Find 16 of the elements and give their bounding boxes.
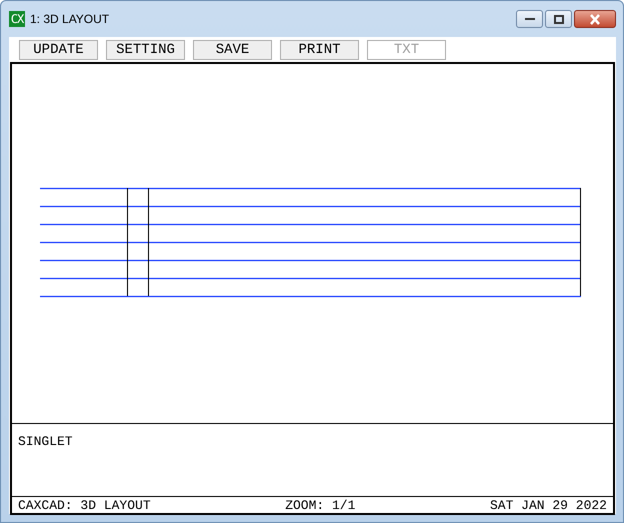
message-text: SINGLET: [18, 434, 73, 449]
close-button[interactable]: [574, 10, 616, 28]
app-icon: CX: [9, 11, 25, 27]
toolbar-button[interactable]: UPDATE: [19, 40, 98, 60]
toolbar-button[interactable]: PRINT: [280, 40, 359, 60]
minimize-button[interactable]: [516, 10, 543, 28]
close-icon: [589, 14, 601, 24]
window-title: 1: 3D LAYOUT: [30, 12, 110, 26]
date-text: SAT JAN 29 2022: [490, 498, 607, 512]
minimize-icon: [524, 17, 534, 21]
status-text: CAXCAD: 3D LAYOUT: [18, 498, 151, 512]
toolbar-button[interactable]: SAVE: [193, 40, 272, 60]
maximize-icon: [554, 14, 564, 24]
zoom-text: ZOOM: 1/1: [285, 498, 356, 512]
maximize-button[interactable]: [545, 10, 572, 28]
toolbar-button[interactable]: SETTING: [106, 40, 185, 60]
